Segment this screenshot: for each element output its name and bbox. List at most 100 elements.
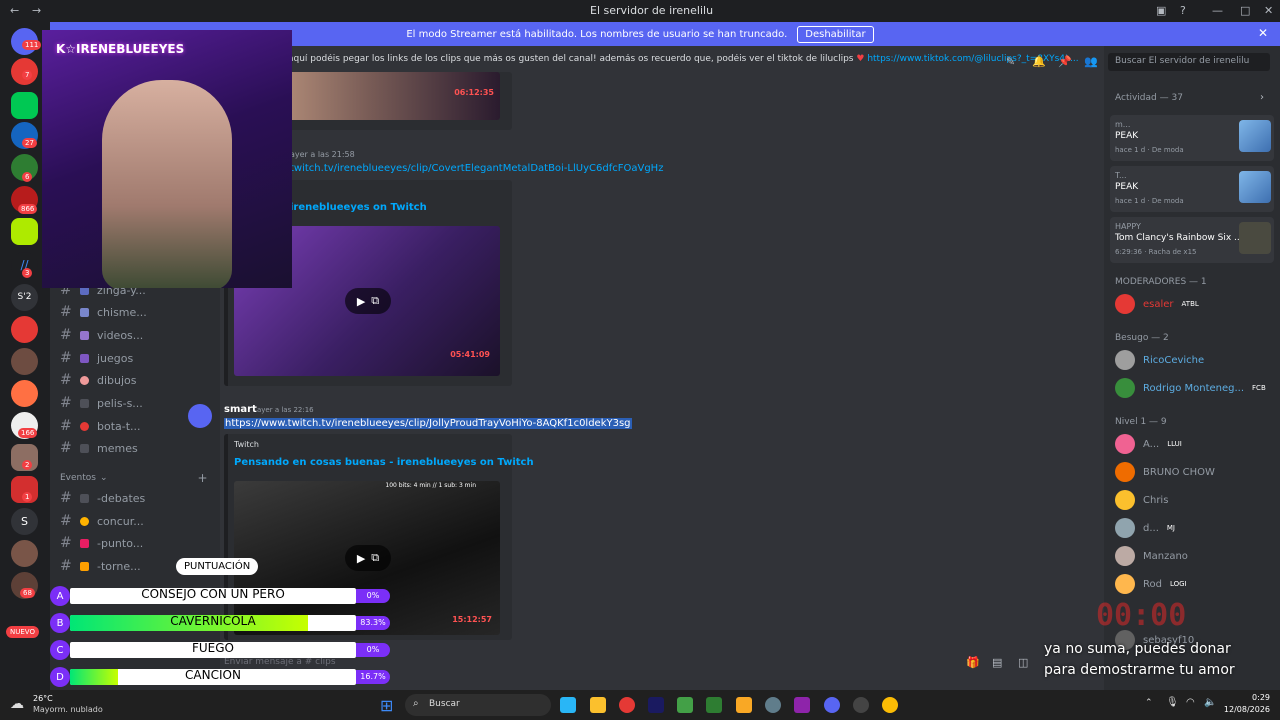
channel-item[interactable]: # pelis-s... <box>60 395 143 411</box>
copilot-icon[interactable] <box>560 697 576 713</box>
server-badge: 6 <box>22 172 33 182</box>
channel-item[interactable]: # videos... <box>60 327 143 343</box>
clock-time[interactable]: 0:29 <box>1224 693 1270 702</box>
role-header: Besugo — 2 <box>1115 333 1169 343</box>
after-effects-icon[interactable] <box>648 697 664 713</box>
member-item[interactable]: BRUNO CHOW <box>1115 462 1215 482</box>
member-item[interactable]: Manzano <box>1115 546 1188 566</box>
poll-option: A CONSEJO CON UN PERO 0% <box>50 586 390 606</box>
streamer-figure <box>102 80 232 288</box>
message-timestamp: ayer a las 22:16 <box>257 406 314 414</box>
poll-option: C FUEGO 0% <box>50 640 390 660</box>
topic-link[interactable]: https://www.tiktok.com/@liluclips?_t=8XY… <box>867 54 1078 64</box>
game-thumbnail <box>1239 222 1271 254</box>
channel-item[interactable]: # -torne... <box>60 558 141 574</box>
embed-title[interactable]: Pensando en cosas buenas - ireneblueeyes… <box>234 457 534 468</box>
play-button[interactable]: ▶ ⧉ <box>345 288 391 314</box>
windows-start-icon[interactable]: ⊞ <box>380 696 393 715</box>
server-badge: 866 <box>18 204 38 214</box>
channel-item[interactable]: # -debates <box>60 490 145 506</box>
channel-item[interactable]: # juegos <box>60 350 133 366</box>
poll-option: D CANCION 16.7% <box>50 667 390 687</box>
activity-card[interactable]: T... PEAK hace 1 d · De moda <box>1110 166 1274 212</box>
activity-card[interactable]: m... PEAK hace 1 d · De moda <box>1110 115 1274 161</box>
server-icon[interactable] <box>11 348 38 375</box>
opera-icon[interactable] <box>619 697 635 713</box>
threads-icon[interactable]: ✎ <box>1006 55 1015 68</box>
message-link[interactable]: https://www.twitch.tv/ireneblueeyes/clip… <box>224 418 632 429</box>
server-badge: 111 <box>22 40 42 50</box>
server-icon[interactable] <box>11 380 38 407</box>
chrome-icon[interactable] <box>882 697 898 713</box>
inbox-icon[interactable]: ▣ <box>1156 4 1166 17</box>
channel-item[interactable]: # chisme... <box>60 304 147 320</box>
member-item[interactable]: Chris <box>1115 490 1168 510</box>
wifi-icon[interactable]: ◠ <box>1186 697 1195 708</box>
file-explorer-icon[interactable] <box>590 697 606 713</box>
discord-taskbar-icon[interactable] <box>824 697 840 713</box>
activity-card[interactable]: HAPPY Tom Clancy's Rainbow Six ... 6:29:36… <box>1110 217 1274 263</box>
obs-icon[interactable] <box>853 697 869 713</box>
mic-icon[interactable]: 🎙 <box>1166 697 1179 708</box>
gift-icon[interactable]: 🎁 <box>966 656 980 669</box>
pin-icon[interactable]: 📌 <box>1058 55 1072 68</box>
gif-icon[interactable]: ▤ <box>992 656 1002 669</box>
play-button[interactable]: ▶ ⧉ <box>345 545 391 571</box>
message-author[interactable]: smart <box>224 404 257 415</box>
maximize-icon[interactable]: □ <box>1240 4 1250 17</box>
webcam-overlay: K☆IRENEBLUEEYES <box>42 30 292 288</box>
channel-item[interactable]: # memes <box>60 440 138 456</box>
server-badge: 68 <box>20 588 35 598</box>
banner-text: El modo Streamer está habilitado. Los no… <box>406 28 788 40</box>
server-icon[interactable] <box>11 316 38 343</box>
member-item[interactable]: Rod LOGI <box>1115 574 1187 594</box>
server-icon[interactable]: S <box>11 508 38 535</box>
taskbar-search[interactable]: Buscar <box>405 694 551 716</box>
close-icon[interactable]: ✕ <box>1264 4 1273 17</box>
activity-header: Actividad — 37 <box>1115 93 1183 103</box>
video-caption: 100 bits: 4 min // 1 sub: 3 min <box>385 482 476 489</box>
channel-item[interactable]: # dibujos <box>60 372 137 388</box>
tray-chevron-icon[interactable]: ⌃ <box>1145 698 1153 708</box>
chevron-right-icon[interactable]: › <box>1260 92 1264 103</box>
members-icon[interactable]: 👥 <box>1084 55 1098 68</box>
server-icon[interactable] <box>11 218 38 245</box>
channel-item[interactable]: # bota-t... <box>60 418 141 434</box>
excel-icon[interactable] <box>706 697 722 713</box>
member-item[interactable]: d... MJ <box>1115 518 1175 538</box>
help-icon[interactable]: ? <box>1180 4 1186 17</box>
member-item[interactable]: A... LLUI <box>1115 434 1182 454</box>
forward-arrow-icon[interactable]: → <box>32 4 41 17</box>
app-icon[interactable] <box>794 697 810 713</box>
channel-item[interactable]: # -punto... <box>60 535 143 551</box>
clock-date[interactable]: 12/08/2026 <box>1218 705 1270 714</box>
volume-icon[interactable]: 🔈 <box>1204 697 1216 708</box>
avatar[interactable] <box>188 404 212 428</box>
search-input[interactable]: Buscar El servidor de irenelilu <box>1108 53 1270 71</box>
disable-streamer-button[interactable]: Deshabilitar <box>797 25 874 43</box>
member-item[interactable]: RicoCeviche <box>1115 350 1204 370</box>
category-events[interactable]: Eventos ⌄ + <box>60 471 208 485</box>
app-icon[interactable] <box>736 697 752 713</box>
role-header: Nivel 1 — 9 <box>1115 417 1167 427</box>
embed-title[interactable]: ireneblueeyes on Twitch <box>290 202 427 213</box>
app-icon[interactable] <box>677 697 693 713</box>
video-timestamp: 06:12:35 <box>454 88 494 97</box>
minimize-icon[interactable]: — <box>1212 4 1223 17</box>
weather-desc[interactable]: Mayorm. nublado <box>33 705 103 714</box>
sticker-icon[interactable]: ◫ <box>1018 656 1028 669</box>
channel-item[interactable]: # concur... <box>60 513 144 529</box>
server-icon[interactable] <box>11 540 38 567</box>
settings-icon[interactable] <box>765 697 781 713</box>
member-item[interactable]: esaler ATBL <box>1115 294 1199 314</box>
video-timestamp: 15:12:57 <box>452 615 492 624</box>
message-link[interactable]: twitch.tv/ireneblueeyes/clip/CovertElega… <box>290 163 663 174</box>
member-item[interactable]: Rodrigo Monteneg... FCB <box>1115 378 1266 398</box>
video-thumbnail[interactable]: 100 bits: 4 min // 1 sub: 3 min ▶ ⧉ 15:12… <box>234 481 500 635</box>
back-arrow-icon[interactable]: ← <box>10 4 19 17</box>
bell-icon[interactable]: 🔔 <box>1032 55 1046 68</box>
server-icon[interactable]: S'2 <box>11 284 38 311</box>
server-icon[interactable] <box>11 92 38 119</box>
close-banner-icon[interactable]: ✕ <box>1258 26 1268 40</box>
weather-temp[interactable]: 26°C <box>33 694 53 703</box>
